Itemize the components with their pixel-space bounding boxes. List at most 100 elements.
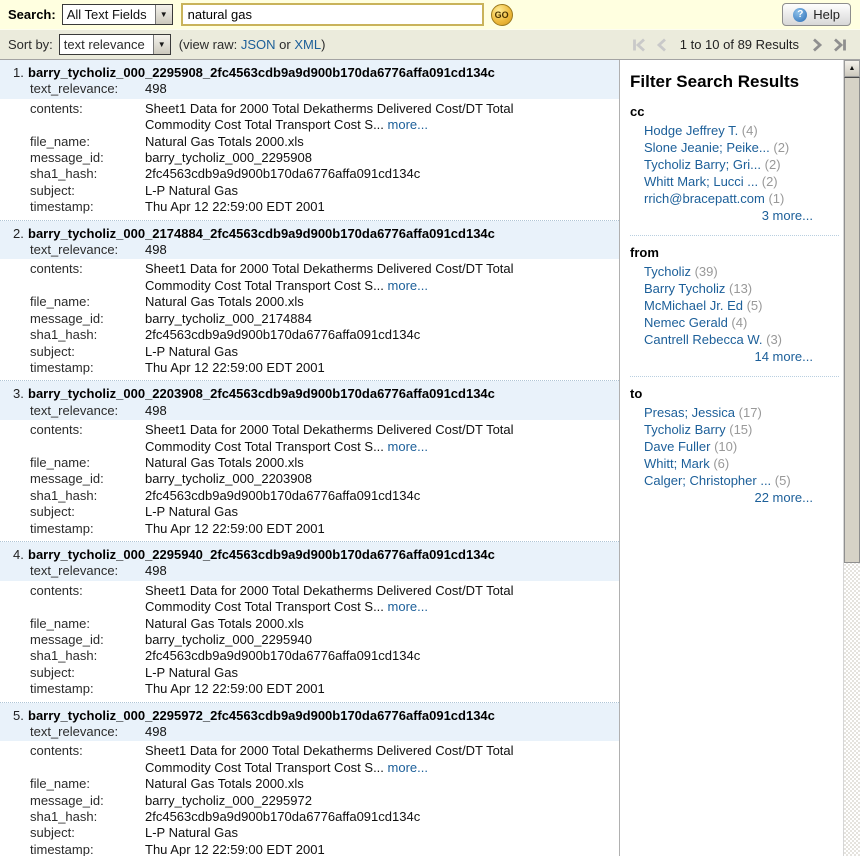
field-label: contents: — [30, 583, 145, 616]
scroll-up-arrow-icon[interactable]: ▲ — [844, 60, 860, 77]
more-contents-link[interactable]: more... — [388, 278, 428, 293]
filter-item-count: (15) — [726, 422, 753, 437]
field-label: file_name: — [30, 776, 145, 792]
filter-section-from: from Tycholiz (39)Barry Tycholiz (13)McM… — [630, 235, 839, 366]
field-label: subject: — [30, 344, 145, 360]
filter-section-heading: cc — [630, 104, 839, 119]
sort-select[interactable]: text relevance ▼ — [59, 34, 171, 55]
filter-item-link[interactable]: McMichael Jr. Ed — [644, 298, 743, 313]
filter-item-link[interactable]: rrich@bracepatt.com — [644, 191, 765, 206]
more-facets-link[interactable]: 3 more... — [762, 208, 813, 223]
field-label: subject: — [30, 665, 145, 681]
result-fields: contents:Sheet1 Data for 2000 Total Deka… — [0, 99, 619, 220]
first-page-icon[interactable] — [631, 37, 647, 53]
field-label: subject: — [30, 825, 145, 841]
filter-item-link[interactable]: Barry Tycholiz — [644, 281, 725, 296]
more-contents-link[interactable]: more... — [388, 599, 428, 614]
filter-item: Calger; Christopher ... (5) — [630, 472, 839, 489]
result-title: barry_tycholiz_000_2295908_2fc4563cdb9a9… — [28, 65, 495, 80]
result-title: barry_tycholiz_000_2203908_2fc4563cdb9a9… — [28, 386, 495, 401]
view-raw-xml-link[interactable]: XML — [294, 37, 321, 52]
result-field-row: subject:L-P Natural Gas — [0, 183, 619, 199]
filter-item-link[interactable]: Cantrell Rebecca W. — [644, 332, 763, 347]
result-number: 1. — [13, 65, 28, 81]
filter-more-row: 3 more... — [630, 207, 839, 225]
filter-item-link[interactable]: Slone Jeanie; Peike... — [644, 140, 770, 155]
field-label: contents: — [30, 101, 145, 134]
result-relevance-row: text_relevance: 498 — [0, 81, 619, 97]
filter-item-link[interactable]: Nemec Gerald — [644, 315, 728, 330]
search-field-select[interactable]: All Text Fields ▼ — [62, 4, 173, 25]
result-title: barry_tycholiz_000_2295940_2fc4563cdb9a9… — [28, 547, 495, 562]
more-facets-link[interactable]: 14 more... — [754, 349, 813, 364]
filter-item-link[interactable]: Presas; Jessica — [644, 405, 735, 420]
result-field-row: timestamp:Thu Apr 12 22:59:00 EDT 2001 — [0, 199, 619, 215]
filter-item: Tycholiz (39) — [630, 263, 839, 280]
view-raw-json-link[interactable]: JSON — [241, 37, 276, 52]
more-facets-link[interactable]: 22 more... — [754, 490, 813, 505]
filter-section-heading: to — [630, 386, 839, 401]
pagination-status: 1 to 10 of 89 Results — [677, 37, 802, 52]
field-label: message_id: — [30, 793, 145, 809]
last-page-icon[interactable] — [832, 37, 848, 53]
field-label: file_name: — [30, 294, 145, 310]
scrollbar-thumb[interactable] — [844, 77, 860, 563]
filter-section-to: to Presas; Jessica (17)Tycholiz Barry (1… — [630, 376, 839, 507]
search-field-select-value: All Text Fields — [63, 7, 155, 22]
result-field-row: message_id:barry_tycholiz_000_2295908 — [0, 150, 619, 166]
sidebar-scrollbar[interactable]: ▲ — [843, 60, 860, 856]
filter-item-link[interactable]: Dave Fuller — [644, 439, 710, 454]
filter-item: McMichael Jr. Ed (5) — [630, 297, 839, 314]
field-label: text_relevance: — [30, 242, 145, 258]
filter-item-count: (4) — [728, 315, 748, 330]
result-field-row: subject:L-P Natural Gas — [0, 665, 619, 681]
filter-item-link[interactable]: Hodge Jeffrey T. — [644, 123, 738, 138]
field-value: barry_tycholiz_000_2203908 — [145, 471, 312, 487]
field-label: timestamp: — [30, 521, 145, 537]
field-value: Thu Apr 12 22:59:00 EDT 2001 — [145, 360, 325, 376]
filter-sidebar-content: Filter Search Results cc Hodge Jeffrey T… — [620, 60, 843, 856]
field-label: sha1_hash: — [30, 488, 145, 504]
field-label: contents: — [30, 743, 145, 776]
filter-item-count: (2) — [758, 174, 778, 189]
filter-item-count: (1) — [765, 191, 785, 206]
result-relevance-row: text_relevance: 498 — [0, 242, 619, 258]
more-contents-link[interactable]: more... — [388, 439, 428, 454]
result-relevance-row: text_relevance: 498 — [0, 563, 619, 579]
filter-item: Whitt; Mark (6) — [630, 455, 839, 472]
more-contents-link[interactable]: more... — [388, 117, 428, 132]
result-item: 3.barry_tycholiz_000_2203908_2fc4563cdb9… — [0, 381, 619, 542]
result-field-row: file_name:Natural Gas Totals 2000.xls — [0, 616, 619, 632]
field-label: sha1_hash: — [30, 327, 145, 343]
result-number: 4. — [13, 547, 28, 563]
more-contents-link[interactable]: more... — [388, 760, 428, 775]
field-label: timestamp: — [30, 199, 145, 215]
filter-item-link[interactable]: Calger; Christopher ... — [644, 473, 771, 488]
result-field-row: timestamp:Thu Apr 12 22:59:00 EDT 2001 — [0, 681, 619, 697]
filter-item: Nemec Gerald (4) — [630, 314, 839, 331]
filter-item-link[interactable]: Tycholiz Barry — [644, 422, 726, 437]
field-value: 498 — [145, 242, 167, 258]
field-value: barry_tycholiz_000_2295940 — [145, 632, 312, 648]
result-relevance-row: text_relevance: 498 — [0, 403, 619, 419]
filter-item: Barry Tycholiz (13) — [630, 280, 839, 297]
filter-item-link[interactable]: Whitt; Mark — [644, 456, 710, 471]
filter-item-link[interactable]: Tycholiz — [644, 264, 691, 279]
result-item: 4.barry_tycholiz_000_2295940_2fc4563cdb9… — [0, 542, 619, 703]
result-number: 2. — [13, 226, 28, 242]
result-field-row: subject:L-P Natural Gas — [0, 825, 619, 841]
field-label: sha1_hash: — [30, 166, 145, 182]
previous-page-icon[interactable] — [654, 37, 670, 53]
result-field-row: sha1_hash:2fc4563cdb9a9d900b170da6776aff… — [0, 166, 619, 182]
filter-item-link[interactable]: Tycholiz Barry; Gri... — [644, 157, 761, 172]
go-button[interactable]: GO — [491, 4, 513, 26]
search-input[interactable] — [181, 3, 484, 26]
help-button[interactable]: ? Help — [782, 3, 851, 26]
next-page-icon[interactable] — [809, 37, 825, 53]
field-label: timestamp: — [30, 360, 145, 376]
filter-item-link[interactable]: Whitt Mark; Lucci ... — [644, 174, 758, 189]
result-field-row: sha1_hash:2fc4563cdb9a9d900b170da6776aff… — [0, 327, 619, 343]
result-title: barry_tycholiz_000_2174884_2fc4563cdb9a9… — [28, 226, 495, 241]
result-fields: contents:Sheet1 Data for 2000 Total Deka… — [0, 420, 619, 541]
field-label: message_id: — [30, 632, 145, 648]
